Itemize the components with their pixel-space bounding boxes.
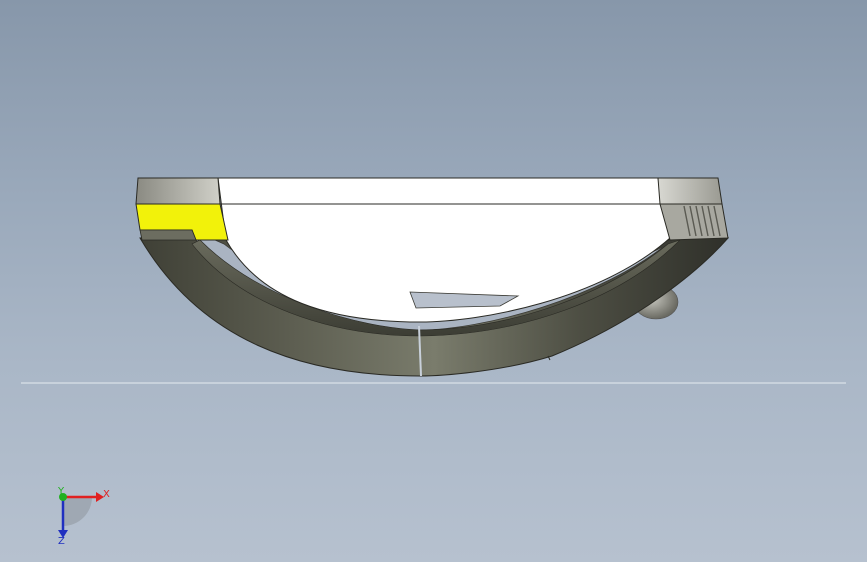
model-right-edge[interactable] (657, 177, 723, 205)
model-left-lip[interactable] (139, 229, 197, 241)
model-left-edge[interactable] (135, 177, 221, 205)
triad-x-label: X (103, 489, 110, 500)
triad-z-label: Z (58, 536, 65, 547)
viewport-canvas[interactable]: X Y Z (0, 0, 867, 562)
cad-viewport[interactable]: X Y Z (0, 0, 867, 562)
triad-origin-shade (63, 497, 92, 526)
triad-y-label: Y (57, 486, 65, 497)
axis-triad[interactable]: X Y Z (57, 486, 110, 547)
